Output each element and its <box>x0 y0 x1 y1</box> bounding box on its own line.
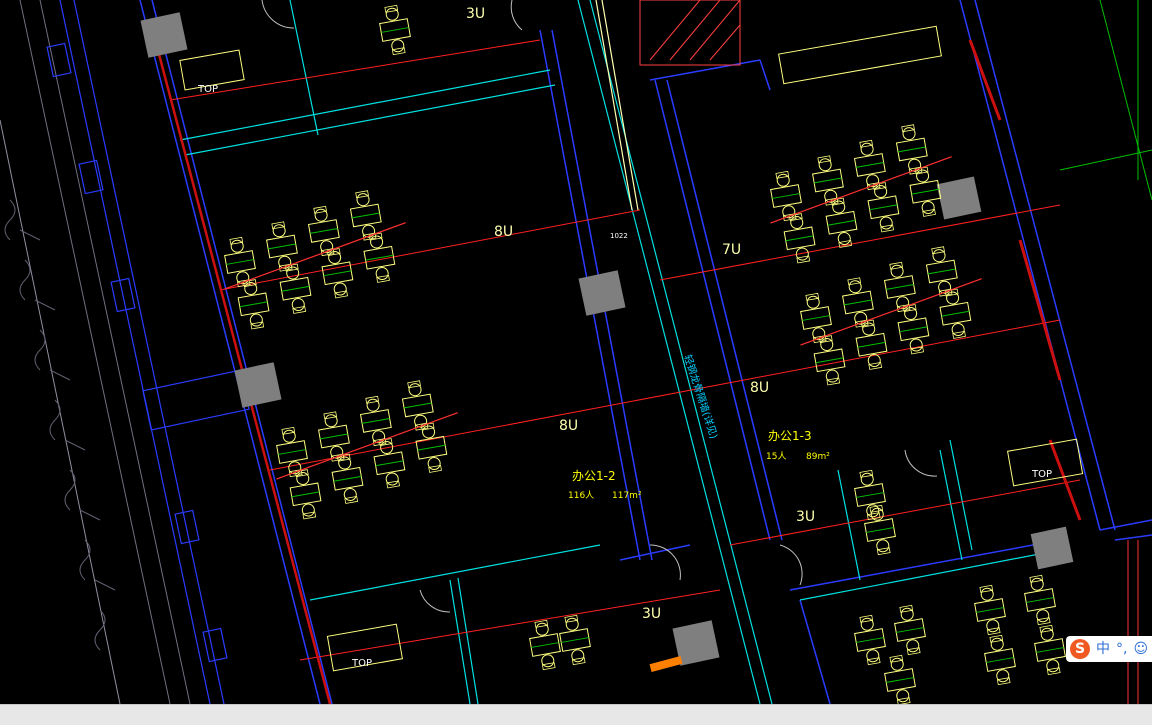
hatched-shaft <box>639 0 741 66</box>
room-area: 89m² <box>806 452 830 462</box>
interior-walls <box>139 0 1152 704</box>
sogou-logo-icon[interactable]: S <box>1070 639 1090 659</box>
column <box>140 12 188 58</box>
exterior-hatch-area <box>0 0 191 704</box>
top-tags: TOP TOP TOP <box>197 84 1052 669</box>
circuit-label: 8U <box>750 380 769 396</box>
room-people: 116人 <box>568 490 594 501</box>
ime-mode-toggle[interactable]: 中 <box>1096 642 1110 656</box>
ime-toolbar[interactable]: S 中 °, ☺ <box>1066 636 1152 662</box>
top-tag: TOP <box>1031 469 1052 480</box>
column <box>234 362 282 408</box>
room-people: 15人 <box>766 451 786 462</box>
room-label-1-2: 办公1-2 116人 117m² <box>568 468 642 501</box>
circuit-label: 8U <box>494 224 513 240</box>
column <box>1030 526 1074 570</box>
circuit-labels: 3U 8U 7U 8U 8U 3U 3U <box>466 6 815 622</box>
status-bar <box>0 704 1152 725</box>
emoji-icon[interactable]: ☺ <box>1133 642 1148 656</box>
column <box>936 176 982 220</box>
room-name: 办公1-2 <box>572 468 616 483</box>
circuit-label: 3U <box>642 606 661 622</box>
grid-lines <box>1059 0 1152 704</box>
room-label-1-3: 办公1-3 15人 89m² <box>766 428 830 462</box>
top-tag: TOP <box>197 84 218 95</box>
circuit-label: 8U <box>559 418 578 434</box>
punctuation-toggle[interactable]: °, <box>1116 642 1127 656</box>
circuit-label: 3U <box>466 6 485 22</box>
room-name: 办公1-3 <box>768 428 812 443</box>
top-tag: TOP <box>351 658 372 669</box>
cad-drawing-canvas[interactable]: TOP TOP TOP 3U 8U 7U 8U 8U 3U 3U 办公1-2 1… <box>0 0 1152 704</box>
circuit-label: 3U <box>796 509 815 525</box>
fixture <box>649 655 683 673</box>
column <box>578 270 626 316</box>
door-tag: 1022 <box>610 232 628 240</box>
workstations <box>212 3 1069 704</box>
facade-wall <box>46 0 250 704</box>
room-area: 117m² <box>612 491 642 501</box>
circuit-label: 7U <box>722 242 741 258</box>
